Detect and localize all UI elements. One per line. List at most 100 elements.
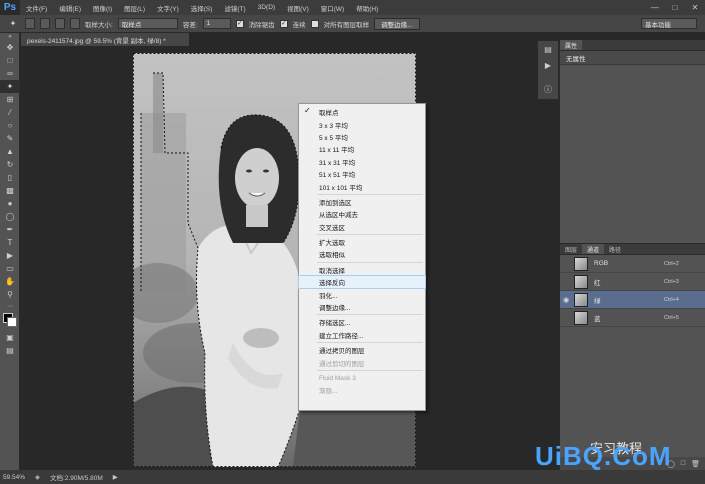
status-menu-icon[interactable]: ▶ <box>113 473 118 481</box>
menu-item-sample-point[interactable]: ✓ 取样点 <box>299 106 425 118</box>
channel-thumbnail <box>574 274 588 289</box>
menu-item-refine-edge[interactable]: 调整边缘... <box>299 301 425 313</box>
more-tools-icon[interactable]: ⋯ <box>0 301 20 311</box>
new-channel-icon[interactable]: □ <box>681 460 685 467</box>
actions-play-icon[interactable]: ▶ <box>538 57 558 73</box>
channel-row-red[interactable]: 红 Ctrl+3 <box>560 273 705 291</box>
channel-row-rgb[interactable]: RGB Ctrl+2 <box>560 255 705 273</box>
properties-tabs: 属性 <box>560 40 705 51</box>
magic-wand-tool-icon[interactable]: ✦ <box>0 80 20 93</box>
menu-separator <box>317 369 423 371</box>
quick-mask-icon[interactable]: ▣ <box>0 331 20 344</box>
new-selection-icon[interactable] <box>25 18 35 29</box>
tab-layers[interactable]: 图层 <box>560 244 582 254</box>
screen-mode-icon[interactable]: ▤ <box>0 344 20 357</box>
menu-3d[interactable]: 3D(D) <box>252 4 281 11</box>
history-brush-tool-icon[interactable]: ↻ <box>0 158 20 171</box>
shape-tool-icon[interactable]: ▭ <box>0 262 20 275</box>
path-selection-tool-icon[interactable]: ▶ <box>0 249 20 262</box>
collapse-toolbox-icon[interactable]: » <box>0 33 20 41</box>
move-tool-icon[interactable]: ✥ <box>0 41 20 54</box>
tolerance-input[interactable]: 1 <box>202 18 231 29</box>
background-color-swatch[interactable] <box>7 317 17 327</box>
menu-item-101x101-average[interactable]: 101 x 101 平均 <box>299 180 425 192</box>
panel-icon-strip: ▤ ▶ ⓘ <box>537 40 559 100</box>
tab-properties[interactable]: 属性 <box>560 40 583 50</box>
anti-alias-checkbox[interactable]: ✓ <box>235 19 244 28</box>
hand-tool-icon[interactable]: ✋ <box>0 275 20 288</box>
document-tab[interactable]: pexels-2411574.jpg @ 59.5% (背景 副本, 绿/8) … <box>21 33 189 46</box>
type-tool-icon[interactable]: T <box>0 236 20 249</box>
contiguous-checkbox[interactable]: ✓ <box>279 19 288 28</box>
intersect-selection-icon[interactable] <box>70 18 80 29</box>
eraser-tool-icon[interactable]: ▯ <box>0 171 20 184</box>
menu-item-layer-via-copy[interactable]: 通过拷贝的图层 <box>299 344 425 356</box>
menu-select[interactable]: 选择(S) <box>185 3 219 13</box>
info-icon[interactable]: ⓘ <box>538 81 558 97</box>
all-layers-checkbox[interactable] <box>310 19 319 28</box>
menu-help[interactable]: 帮助(H) <box>350 3 384 13</box>
gradient-tool-icon[interactable]: ▩ <box>0 184 20 197</box>
channel-row-green[interactable]: ◉ 绿 Ctrl+4 <box>560 291 705 309</box>
share-icon[interactable]: ◈ <box>35 473 40 481</box>
crop-tool-icon[interactable]: ⊞ <box>0 93 20 106</box>
close-icon[interactable]: ✕ <box>685 0 705 15</box>
brush-tool-icon[interactable]: ✎ <box>0 132 20 145</box>
subtract-selection-icon[interactable] <box>55 18 65 29</box>
workspace-select[interactable]: 基本功能 <box>641 18 697 29</box>
visibility-icon[interactable] <box>560 255 572 273</box>
channels-tabs: 图层 通道 路径 <box>560 244 705 255</box>
clone-stamp-tool-icon[interactable]: ▲ <box>0 145 20 158</box>
menu-item-11x11-average[interactable]: 11 x 11 平均 <box>299 143 425 155</box>
menu-file[interactable]: 文件(F) <box>20 3 53 13</box>
menu-window[interactable]: 窗口(W) <box>315 3 350 13</box>
visibility-icon[interactable] <box>560 273 572 291</box>
delete-channel-icon[interactable]: 🗑 <box>691 460 700 468</box>
lasso-tool-icon[interactable]: ∞ <box>0 67 20 80</box>
menu-item-31x31-average[interactable]: 31 x 31 平均 <box>299 156 425 168</box>
marquee-tool-icon[interactable]: □ <box>0 54 20 67</box>
menu-item-grow[interactable]: 扩大选取 <box>299 236 425 248</box>
photoshop-logo: Ps <box>0 0 20 15</box>
menu-item-3x3-average[interactable]: 3 x 3 平均 <box>299 118 425 130</box>
menu-item-select-inverse[interactable]: 选择反向 <box>298 275 426 290</box>
eye-icon[interactable]: ◉ <box>560 291 572 309</box>
dodge-tool-icon[interactable]: ◯ <box>0 210 20 223</box>
healing-brush-tool-icon[interactable]: ○ <box>0 119 20 132</box>
tab-paths[interactable]: 路径 <box>604 244 626 254</box>
add-to-selection-icon[interactable] <box>40 18 50 29</box>
menu-filter[interactable]: 滤镜(T) <box>218 3 251 13</box>
menu-layer[interactable]: 图层(L) <box>118 3 151 13</box>
eyedropper-tool-icon[interactable]: ⁄ <box>0 106 20 119</box>
menu-edit[interactable]: 编辑(E) <box>53 3 87 13</box>
menu-item-make-work-path[interactable]: 建立工作路径... <box>299 329 425 341</box>
visibility-icon[interactable] <box>560 309 572 327</box>
channel-row-blue[interactable]: 蓝 Ctrl+5 <box>560 309 705 327</box>
sample-size-select[interactable]: 取样点 <box>117 18 178 29</box>
menu-item-deselect[interactable]: 取消选择 <box>299 264 425 276</box>
minimize-icon[interactable]: — <box>645 0 665 15</box>
color-swatches[interactable] <box>0 311 20 331</box>
zoom-tool-icon[interactable]: ⚲ <box>0 288 20 301</box>
menu-item-add-to-selection[interactable]: 添加到选区 <box>299 196 425 208</box>
menu-item-similar[interactable]: 选取相似 <box>299 248 425 260</box>
maximize-icon[interactable]: □ <box>665 0 685 15</box>
menu-item-intersect-selection[interactable]: 交叉选区 <box>299 221 425 233</box>
checkmark-icon: ✓ <box>304 106 311 115</box>
menu-type[interactable]: 文字(Y) <box>151 3 185 13</box>
menu-image[interactable]: 图像(I) <box>87 3 118 13</box>
menu-item-51x51-average[interactable]: 51 x 51 平均 <box>299 168 425 180</box>
menu-view[interactable]: 视图(V) <box>281 3 315 13</box>
magic-wand-preset-icon[interactable]: ✦ <box>6 17 20 30</box>
histogram-icon[interactable]: ▤ <box>538 41 558 57</box>
pen-tool-icon[interactable]: ✒ <box>0 223 20 236</box>
document-info[interactable]: 文档:2.90M/5.80M <box>50 472 103 482</box>
tab-channels[interactable]: 通道 <box>582 244 605 254</box>
blur-tool-icon[interactable]: ● <box>0 197 20 210</box>
refine-edge-button[interactable]: 调整边缘... <box>374 17 420 30</box>
zoom-level[interactable]: 59.54% <box>3 474 25 481</box>
menu-item-5x5-average[interactable]: 5 x 5 平均 <box>299 131 425 143</box>
menu-item-subtract-from-selection[interactable]: 从选区中减去 <box>299 208 425 220</box>
menu-item-feather[interactable]: 羽化... <box>299 288 425 300</box>
menu-item-save-selection[interactable]: 存储选区... <box>299 316 425 328</box>
